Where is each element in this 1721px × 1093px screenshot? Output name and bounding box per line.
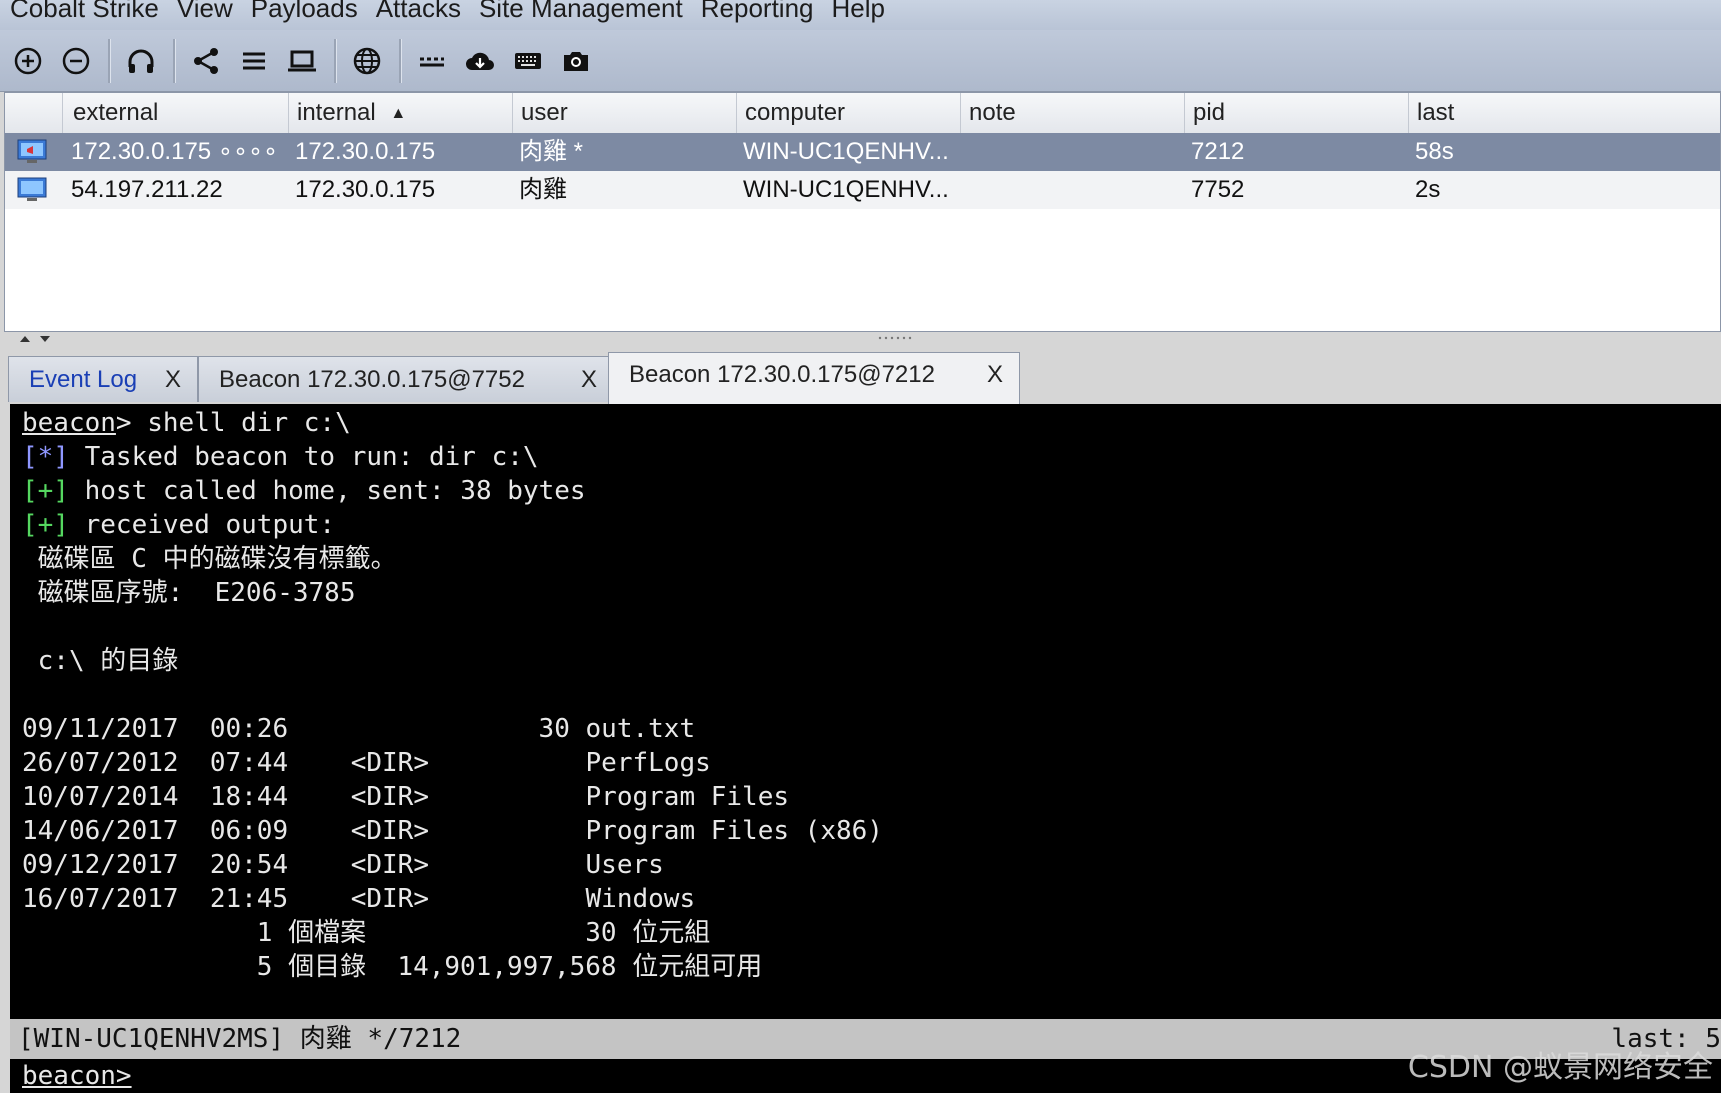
console-line: [*] Tasked beacon to run: dir c:\ bbox=[22, 442, 539, 472]
menu-bar: Cobalt Strike View Payloads Attacks Site… bbox=[0, 0, 1721, 30]
console-line: 14/06/2017 06:09 <DIR> Program Files (x8… bbox=[22, 816, 883, 846]
menu-view[interactable]: View bbox=[177, 0, 233, 21]
table-header: external internal ▲ user computer note p… bbox=[5, 93, 1720, 134]
beacon-console[interactable]: beacon> shell dir c:\ [*] Tasked beacon … bbox=[10, 404, 1721, 1019]
sort-ascending-icon: ▲ bbox=[390, 104, 407, 122]
windows-host-icon bbox=[17, 176, 47, 204]
cell-computer: WIN-UC1QENHV... bbox=[743, 138, 949, 165]
column-header-computer[interactable]: computer bbox=[737, 93, 961, 133]
splitter-arrows-icon[interactable] bbox=[18, 332, 78, 346]
tab-label: Beacon 172.30.0.175@7212 bbox=[629, 361, 935, 388]
menu-reporting[interactable]: Reporting bbox=[701, 0, 814, 21]
menu-cobalt-strike[interactable]: Cobalt Strike bbox=[10, 0, 159, 21]
windows-host-icon bbox=[17, 138, 47, 166]
tab-event-log[interactable]: Event Log X bbox=[8, 356, 198, 402]
column-header-external[interactable]: external bbox=[63, 93, 289, 133]
cell-internal: 172.30.0.175 bbox=[295, 176, 436, 203]
console-line: 16/07/2017 21:45 <DIR> Windows bbox=[22, 884, 696, 914]
beacon-table: external internal ▲ user computer note p… bbox=[4, 92, 1721, 332]
watermark: CSDN @蚁景网络安全 bbox=[1407, 1050, 1713, 1085]
prompt-label: beacon> bbox=[22, 1061, 132, 1091]
console-line: 09/11/2017 00:26 30 out.txt bbox=[22, 714, 696, 744]
cell-computer: WIN-UC1QENHV... bbox=[743, 176, 949, 203]
menu-attacks[interactable]: Attacks bbox=[376, 0, 461, 21]
console-line: 1 個檔案 30 位元組 bbox=[22, 918, 711, 948]
tab-beacon-7212[interactable]: Beacon 172.30.0.175@7212 X bbox=[608, 352, 1020, 404]
toolbar-separator bbox=[108, 38, 111, 83]
menu-help[interactable]: Help bbox=[831, 0, 884, 21]
console-line: [+] received output: bbox=[22, 510, 336, 540]
console-line: 09/12/2017 20:54 <DIR> Users bbox=[22, 850, 664, 880]
share-icon[interactable] bbox=[188, 43, 224, 79]
console-line: 磁碟區序號: E206-3785 bbox=[22, 578, 356, 608]
column-header-user[interactable]: user bbox=[513, 93, 737, 133]
tab-label: Event Log bbox=[29, 366, 138, 393]
cell-pid: 7212 bbox=[1191, 138, 1245, 165]
splitter-grip-icon bbox=[878, 336, 912, 340]
close-tab-icon[interactable]: X bbox=[987, 353, 1003, 397]
toolbar-separator bbox=[173, 38, 176, 83]
plus-circle-icon[interactable] bbox=[10, 43, 46, 79]
cell-user: 肉雞 * bbox=[519, 138, 584, 165]
list-icon[interactable] bbox=[236, 43, 272, 79]
keyboard-icon[interactable] bbox=[510, 43, 546, 79]
pane-splitter[interactable] bbox=[0, 332, 1721, 346]
tab-beacon-7752[interactable]: Beacon 172.30.0.175@7752 X bbox=[198, 356, 614, 402]
close-tab-icon[interactable]: X bbox=[165, 357, 181, 403]
cell-user: 肉雞 bbox=[519, 176, 567, 203]
table-row[interactable]: 54.197.211.22 172.30.0.175 肉雞 WIN-UC1QEN… bbox=[5, 171, 1720, 209]
dots-icon[interactable] bbox=[414, 43, 450, 79]
column-header-last[interactable]: last bbox=[1409, 93, 1721, 133]
console-line: [+] host called home, sent: 38 bytes bbox=[22, 476, 586, 506]
camera-icon[interactable] bbox=[558, 43, 594, 79]
cell-last: 58s bbox=[1415, 138, 1454, 165]
column-header-pid[interactable]: pid bbox=[1185, 93, 1409, 133]
tab-label: Beacon 172.30.0.175@7752 bbox=[219, 366, 525, 393]
toolbar-separator bbox=[334, 38, 337, 83]
cell-internal: 172.30.0.175 bbox=[295, 138, 436, 165]
column-header-internal[interactable]: internal ▲ bbox=[289, 93, 513, 133]
menu-site-management[interactable]: Site Management bbox=[479, 0, 683, 21]
console-command-line: beacon> shell dir c:\ bbox=[22, 408, 351, 438]
globe-icon[interactable] bbox=[349, 43, 385, 79]
toolbar-separator bbox=[399, 38, 402, 83]
minus-circle-icon[interactable] bbox=[58, 43, 94, 79]
toolbar bbox=[0, 30, 1721, 92]
cell-external: 172.30.0.175 ∘∘∘∘ bbox=[71, 138, 278, 165]
cloud-icon[interactable] bbox=[462, 43, 498, 79]
console-line: 5 個目錄 14,901,997,568 位元組可用 bbox=[22, 952, 763, 982]
close-tab-icon[interactable]: X bbox=[581, 357, 597, 403]
console-line: 10/07/2014 18:44 <DIR> Program Files bbox=[22, 782, 790, 812]
cell-last: 2s bbox=[1415, 176, 1441, 203]
console-line: 磁碟區 C 中的磁碟沒有標籤。 bbox=[22, 544, 397, 574]
status-host: [WIN-UC1QENHV2MS] 肉雞 */7212 bbox=[18, 1024, 462, 1054]
cell-pid: 7752 bbox=[1191, 176, 1245, 203]
laptop-icon[interactable] bbox=[284, 43, 320, 79]
column-header-note[interactable]: note bbox=[961, 93, 1185, 133]
tab-strip: Event Log X Beacon 172.30.0.175@7752 X B… bbox=[8, 352, 1721, 404]
menu-payloads[interactable]: Payloads bbox=[251, 0, 358, 21]
console-line: c:\ 的目錄 bbox=[22, 646, 179, 676]
table-row[interactable]: 172.30.0.175 ∘∘∘∘ 172.30.0.175 肉雞 * WIN-… bbox=[5, 133, 1720, 171]
column-header-icon[interactable] bbox=[5, 93, 63, 133]
cell-external: 54.197.211.22 bbox=[71, 176, 223, 203]
headphones-icon[interactable] bbox=[123, 43, 159, 79]
console-line: 26/07/2012 07:44 <DIR> PerfLogs bbox=[22, 748, 711, 778]
